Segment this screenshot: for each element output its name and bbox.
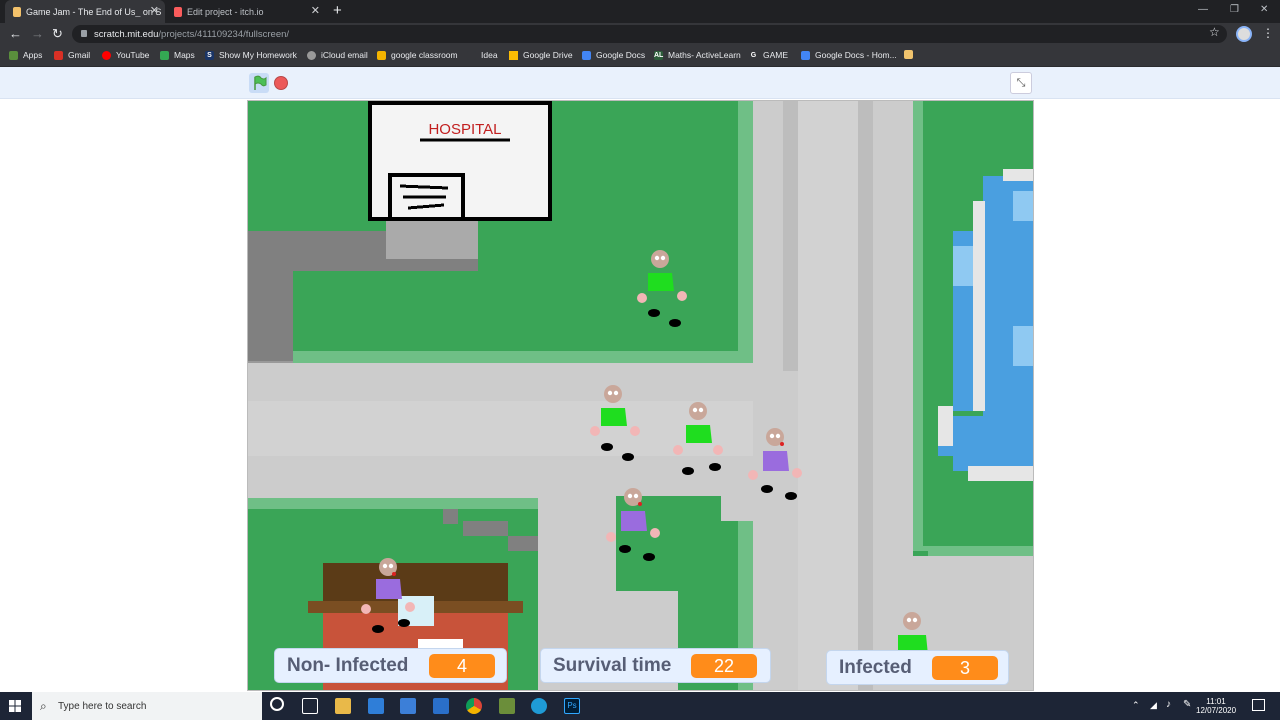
network-icon[interactable]: ◢ [1150,700,1157,711]
more-menu-icon[interactable]: ⋮ [1262,26,1274,40]
bookmark-icloud[interactable]: iCloud email [307,50,368,60]
restore-icon[interactable]: ❐ [1230,4,1239,15]
bookmark-gmail[interactable]: Gmail [54,50,90,60]
scratch-player-bar [0,67,1280,99]
edge-icon[interactable] [531,698,547,714]
photoshop-icon[interactable]: Ps [564,698,580,714]
tab-game-jam[interactable]: Game Jam - The End of Us_ on S ✕ [5,0,165,23]
healthy-person [590,385,640,461]
youtube-icon [102,50,111,60]
bookmark-folder[interactable] [904,50,918,59]
new-tab-button[interactable]: + [333,3,342,18]
healthy-person [673,402,723,475]
bookmark-maps[interactable]: Maps [160,50,195,60]
windows-start-icon[interactable] [9,700,21,712]
green-flag-icon [254,75,267,90]
bookmark-idea[interactable]: Idea [467,50,498,60]
infected-person [361,558,415,633]
docs-icon [801,50,810,60]
monitor-infected: Infected 3 [826,650,1009,685]
close-window-icon[interactable]: ✕ [1260,4,1268,15]
avatar[interactable] [1236,26,1252,42]
monitor-value: 4 [429,654,495,678]
tab-title: Game Jam - The End of Us_ on S [26,6,162,17]
monitor-non-infected: Non- Infected 4 [274,648,507,683]
chevron-up-icon[interactable]: ⌃ [1132,700,1140,711]
apps-grid-icon [9,50,18,60]
taskbar-search-input[interactable]: ⌕ Type here to search [32,692,262,720]
clock-date: 12/07/2020 [1196,706,1237,715]
game-stage[interactable]: HOSPITAL Non- Infected 4 Survival time 2… [247,100,1034,691]
bookmark-youtube[interactable]: YouTube [102,50,149,60]
calendar-icon[interactable] [433,698,449,714]
tab-title: Edit project - itch.io [187,6,264,17]
scratch-favicon-icon [13,6,21,17]
drive-icon [509,50,518,60]
bookmark-apps[interactable]: Apps [9,50,42,60]
bookmark-google-classroom[interactable]: google classroom [377,50,458,60]
forward-icon[interactable]: → [31,27,44,40]
browser-tab-bar: Game Jam - The End of Us_ on S ✕ Edit pr… [0,0,1280,23]
windows-taskbar: ⌕ Type here to search Ps ⌃ ◢ ♪ ✎ 11:01 1… [0,692,1280,720]
close-tab-icon[interactable]: ✕ [311,5,320,17]
activelearn-icon: AL [654,50,664,60]
url-input[interactable]: scratch.mit.edu/projects/411109234/fulls… [72,25,1227,43]
system-clock[interactable]: 11:01 12/07/2020 [1196,697,1236,715]
bookmarks-bar: Apps Gmail YouTube Maps S Show My Homewor… [0,45,1280,67]
bookmark-show-my-homework[interactable]: S Show My Homework [205,50,297,60]
volume-icon[interactable]: ♪ [1166,699,1171,710]
monitor-label: Infected [839,656,912,678]
infected-person [748,428,802,500]
address-bar: ← → ↻ scratch.mit.edu/projects/411109234… [0,23,1280,45]
monitor-survival-time: Survival time 22 [540,648,771,683]
close-tab-icon[interactable]: ✕ [150,5,159,17]
star-icon[interactable]: ☆ [1209,25,1220,39]
homework-icon: S [205,50,214,60]
healthy-person [898,612,928,655]
cortana-icon[interactable] [270,697,284,711]
apple-icon [307,50,316,60]
bookmark-game[interactable]: G GAME [749,50,788,60]
url-path: /projects/411109234/fullscreen/ [158,28,290,40]
monitor-label: Survival time [553,654,672,676]
mail-icon[interactable] [368,698,384,714]
folder-icon [904,50,913,59]
monitor-value: 22 [691,654,757,678]
gmail-icon [54,50,63,60]
google-g-icon: G [749,50,758,60]
file-explorer-icon[interactable] [335,698,351,714]
chrome-icon[interactable] [466,698,482,714]
reload-icon[interactable]: ↻ [52,27,63,40]
green-flag-button[interactable] [249,73,269,93]
back-icon[interactable]: ← [9,27,22,40]
bookmark-google-drive[interactable]: Google Drive [509,50,573,60]
lock-icon [81,30,87,37]
monitor-value: 3 [932,656,998,680]
stop-button[interactable] [274,76,288,90]
healthy-person [637,250,687,327]
fullscreen-exit-icon[interactable]: ⤡ [1010,72,1032,94]
pen-icon[interactable]: ✎ [1183,699,1191,710]
minecraft-icon[interactable] [499,698,515,714]
bookmark-google-docs[interactable]: Google Docs [582,50,645,60]
classroom-icon [377,50,386,60]
itch-favicon-icon [174,6,182,17]
minimize-icon[interactable]: — [1198,4,1208,15]
globe-icon [467,50,476,60]
monitor-label: Non- Infected [287,654,409,676]
bookmark-google-docs-hom[interactable]: Google Docs - Hom... [801,50,897,60]
bookmark-maths-activelearn[interactable]: AL Maths- ActiveLearn [654,50,741,60]
characters-layer [361,250,928,655]
docs-icon [582,50,591,60]
search-placeholder: Type here to search [58,700,147,712]
infected-person [606,488,660,561]
search-icon: ⌕ [40,699,47,713]
task-view-icon[interactable] [302,698,318,714]
notification-icon[interactable] [1252,699,1265,711]
url-host: scratch.mit.edu [94,28,159,40]
tab-itch[interactable]: Edit project - itch.io ✕ [166,0,326,23]
maps-icon [160,50,169,60]
clock-time: 11:01 [1206,697,1226,706]
store-icon[interactable] [400,698,416,714]
